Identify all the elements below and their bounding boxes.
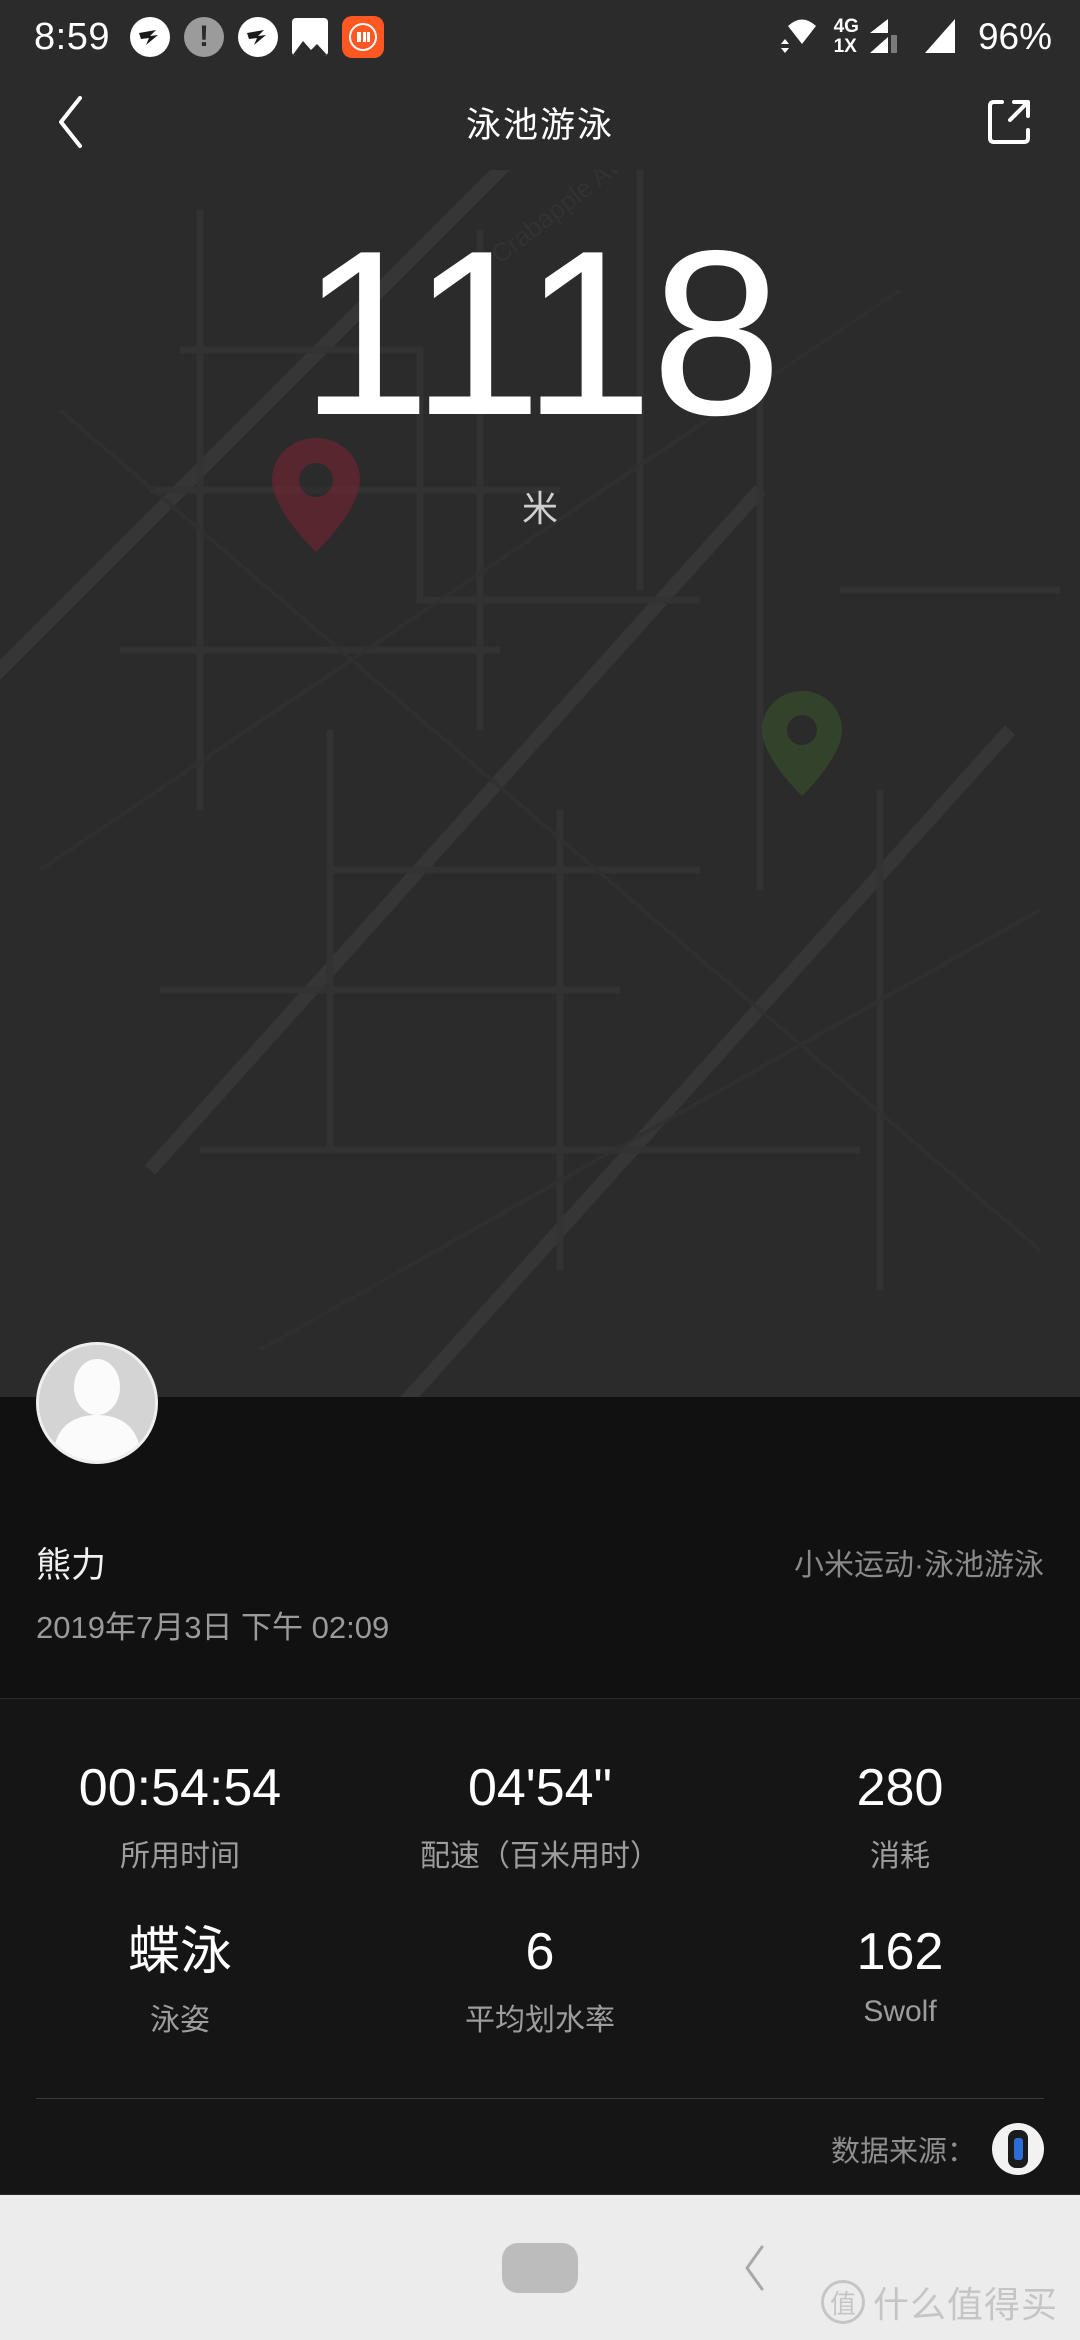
stat-value: 00:54:54 <box>78 1759 282 1817</box>
back-button[interactable] <box>36 87 106 157</box>
stat-value: 04'54" <box>467 1759 613 1817</box>
stat-swolf: 162 Swolf <box>720 1923 1080 2039</box>
status-bar: 8:59 ! 4G 1X 96% <box>0 0 1080 74</box>
signal-bars-icon-1 <box>868 13 912 62</box>
share-button[interactable] <box>974 87 1044 157</box>
network-type-labels: 4G 1X <box>834 17 859 57</box>
stat-duration: 00:54:54 所用时间 <box>0 1759 360 1875</box>
band-screen-icon <box>1013 2138 1023 2160</box>
stat-label: 消耗 <box>870 1840 930 1873</box>
stats-section: 00:54:54 所用时间 04'54" 配速（百米用时） 280 消耗 蝶泳 … <box>0 1699 1080 2194</box>
network-primary-label: 4G <box>833 16 859 37</box>
warning-icon: ! <box>183 17 224 57</box>
signal-bars-icon-2 <box>921 13 963 62</box>
distance-unit: 米 <box>521 488 558 529</box>
network-secondary-label: 1X <box>833 36 857 57</box>
avatar[interactable] <box>36 1342 158 1464</box>
stat-label: 配速（百米用时） <box>420 1840 660 1873</box>
status-bar-system-icons: 4G 1X 96% <box>779 13 1052 62</box>
system-navigation-bar: 值 什么值得买 <box>0 2195 1080 2340</box>
stat-label: 所用时间 <box>120 1840 240 1873</box>
app-header: 泳池游泳 <box>0 74 1080 170</box>
stat-label: Swolf <box>863 1995 937 2028</box>
activity-source-label: 小米运动·泳池游泳 <box>794 1549 1044 1582</box>
stat-value: 280 <box>856 1759 944 1817</box>
stat-value: 蝶泳 <box>127 1923 232 1981</box>
profile-section: 熊力 2019年7月3日 下午 02:09 小米运动·泳池游泳 <box>0 1342 1080 1698</box>
stat-label: 泳姿 <box>150 2004 210 2037</box>
section-divider <box>36 2098 1044 2099</box>
stat-pace: 04'54" 配速（百米用时） <box>360 1759 720 1875</box>
stat-value: 162 <box>856 1923 944 1981</box>
distance-value: 1118 <box>300 201 782 464</box>
watermark-text: 什么值得买 <box>872 2284 1058 2325</box>
watermark-badge: 值 <box>820 2280 865 2324</box>
phone-screen: 8:59 ! 4G 1X 96% 泳池游泳 Crabapple Ave 1118… <box>0 0 1080 2340</box>
wifi-icon <box>779 14 825 61</box>
stat-label: 平均划水率 <box>465 2004 615 2037</box>
nav-back-button[interactable] <box>730 2243 780 2293</box>
hero-section: Crabapple Ave 1118 米 <box>0 170 1080 1397</box>
data-source-row: 数据来源： <box>831 2123 1044 2175</box>
app-wing-icon-2 <box>237 17 278 57</box>
user-name: 熊力 <box>36 1546 107 1585</box>
home-pill-button[interactable] <box>502 2243 578 2293</box>
battery-percentage: 96% <box>977 16 1052 57</box>
activity-datetime: 2019年7月3日 下午 02:09 <box>36 1610 390 1645</box>
stat-stroke-style: 蝶泳 泳姿 <box>0 1923 360 2039</box>
site-watermark: 值 什么值得买 <box>820 2276 1058 2328</box>
hero-readout: 1118 米 <box>0 170 1080 532</box>
status-bar-clock: 8:59 <box>34 15 110 58</box>
app-wing-icon-1 <box>129 17 170 57</box>
data-source-label: 数据来源： <box>830 2136 976 2168</box>
stats-row-2: 蝶泳 泳姿 6 平均划水率 162 Swolf <box>0 1875 1080 2039</box>
stats-row-1: 00:54:54 所用时间 04'54" 配速（百米用时） 280 消耗 <box>0 1699 1080 1875</box>
band-body-icon <box>1008 2130 1028 2168</box>
status-bar-notification-icons: ! <box>129 16 384 58</box>
page-title: 泳池游泳 <box>465 105 614 145</box>
stat-stroke-rate: 6 平均划水率 <box>360 1923 720 2039</box>
stat-calories: 280 消耗 <box>720 1759 1080 1875</box>
stat-value: 6 <box>525 1923 555 1981</box>
mi-band-icon[interactable] <box>992 2123 1044 2175</box>
mi-app-icon <box>341 16 384 58</box>
gallery-icon <box>291 18 328 56</box>
